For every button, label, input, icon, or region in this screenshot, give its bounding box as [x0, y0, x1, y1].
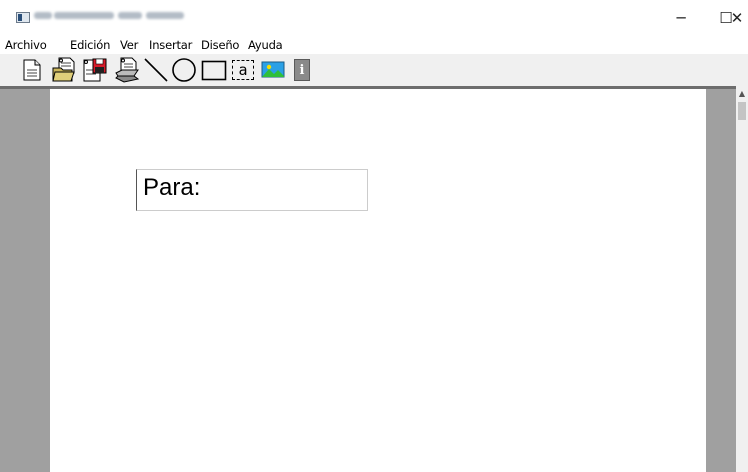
toolbar: a i: [0, 54, 748, 86]
new-document-button[interactable]: [18, 56, 46, 84]
ellipse-tool-button[interactable]: [170, 56, 198, 84]
menu-ver[interactable]: Ver: [120, 38, 138, 52]
line-tool-icon: [144, 58, 168, 82]
para-label: Para:: [143, 174, 201, 201]
menu-edicion[interactable]: Edición: [70, 38, 110, 52]
menu-archivo[interactable]: Archivo: [5, 38, 47, 52]
info-button[interactable]: i: [288, 56, 316, 84]
text-tool-button[interactable]: a: [229, 56, 257, 84]
scroll-thumb[interactable]: [738, 102, 746, 120]
print-button[interactable]: [113, 56, 141, 84]
menu-bar: Archivo Edición Ver Insertar Diseño Ayud…: [0, 35, 748, 54]
document-page[interactable]: [50, 89, 706, 472]
ellipse-tool-icon: [172, 58, 196, 82]
app-icon[interactable]: [16, 12, 30, 23]
open-folder-icon: [52, 57, 75, 82]
save-disk-icon: [83, 58, 107, 82]
window-title: [34, 12, 184, 22]
print-icon: [115, 57, 140, 83]
text-tool-icon: a: [232, 60, 254, 80]
image-tool-icon: [261, 61, 285, 78]
scroll-up-icon[interactable]: ▲: [736, 86, 748, 100]
close-button[interactable]: ✕: [726, 0, 748, 35]
new-document-icon: [23, 59, 41, 81]
menu-ayuda[interactable]: Ayuda: [248, 38, 283, 52]
rectangle-tool-button[interactable]: [200, 56, 228, 84]
line-tool-button[interactable]: [142, 56, 170, 84]
vertical-scrollbar[interactable]: ▲: [736, 86, 748, 472]
title-bar: ─ ☐: [0, 0, 748, 35]
menu-diseno[interactable]: Diseño: [201, 38, 239, 52]
rectangle-tool-icon: [201, 60, 227, 81]
open-button[interactable]: [50, 56, 78, 84]
minimize-button[interactable]: ─: [658, 0, 704, 35]
save-button[interactable]: [81, 56, 109, 84]
image-tool-button[interactable]: [259, 56, 287, 84]
info-icon: i: [294, 59, 310, 81]
menu-insertar[interactable]: Insertar: [149, 38, 192, 52]
para-textbox[interactable]: Para:: [136, 169, 368, 211]
